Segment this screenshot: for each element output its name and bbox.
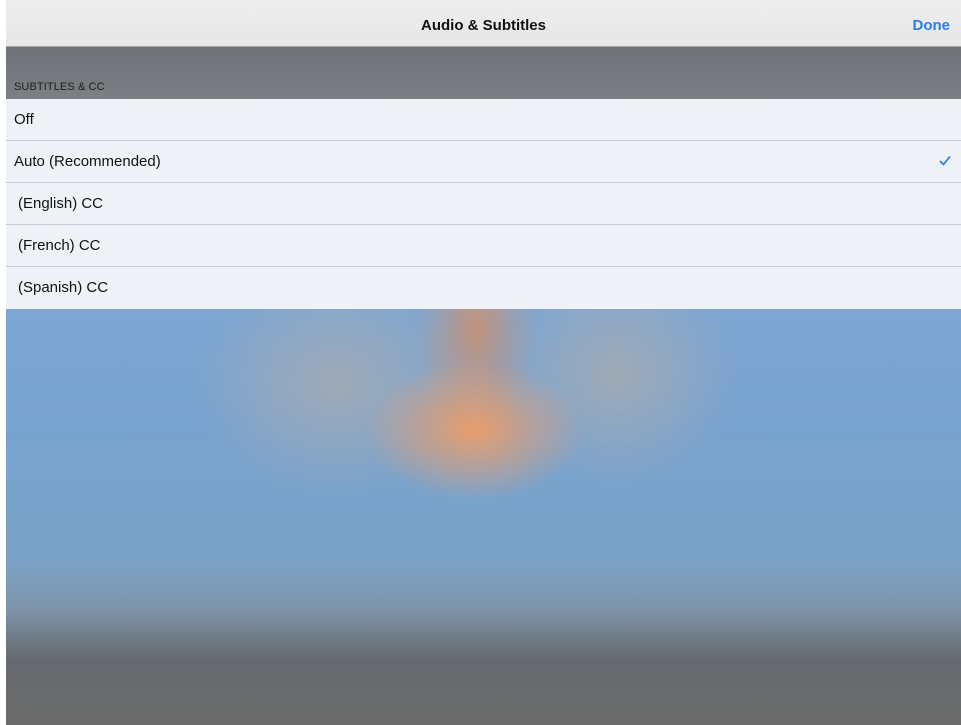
done-button[interactable]: Done bbox=[913, 0, 951, 46]
video-player-screen: Audio & Subtitles Done SUBTITLES & CC Of… bbox=[6, 0, 961, 725]
option-french-cc[interactable]: (French) CC bbox=[6, 225, 961, 267]
option-label: Auto (Recommended) bbox=[14, 153, 161, 170]
option-label: (English) CC bbox=[18, 195, 104, 212]
section-header: SUBTITLES & CC bbox=[6, 47, 961, 99]
option-spanish-cc[interactable]: (Spanish) CC bbox=[6, 267, 961, 309]
section-title: SUBTITLES & CC bbox=[14, 81, 105, 93]
checkmark-icon bbox=[939, 156, 951, 166]
option-label: (Spanish) CC bbox=[18, 279, 109, 296]
nav-bar: Audio & Subtitles Done bbox=[6, 0, 961, 47]
option-off[interactable]: Off bbox=[6, 99, 961, 141]
subtitle-options-list: Off Auto (Recommended) (English) CC (Fre… bbox=[6, 99, 961, 309]
option-label: (French) CC bbox=[18, 237, 101, 254]
option-label: Off bbox=[14, 111, 34, 128]
option-auto-recommended[interactable]: Auto (Recommended) bbox=[6, 141, 961, 183]
page-title: Audio & Subtitles bbox=[421, 17, 546, 34]
option-english-cc[interactable]: (English) CC bbox=[6, 183, 961, 225]
